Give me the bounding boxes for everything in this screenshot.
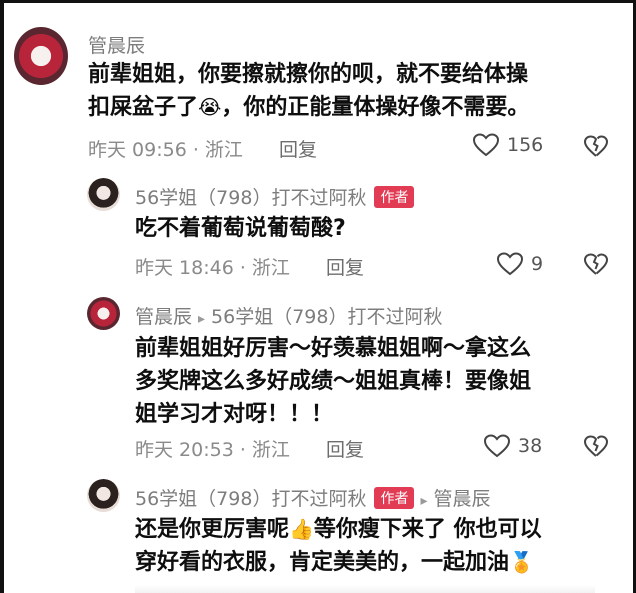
broken-heart-icon[interactable] <box>584 435 608 459</box>
reply-to-author[interactable]: 管晨辰 <box>433 488 490 510</box>
comment-text-line: 前辈姐姐，你要擦就擦你的呗，就不要给体操 <box>88 62 529 87</box>
avatar[interactable] <box>87 297 120 330</box>
comment-meta: 昨天 18:46 · 浙江 回复 <box>135 253 364 280</box>
like-button[interactable]: 9 <box>497 252 543 276</box>
left-border <box>0 0 4 593</box>
avatar[interactable] <box>87 178 120 211</box>
comment-author[interactable]: 管晨辰 <box>135 306 192 328</box>
top-border <box>0 0 636 3</box>
comment-meta: 昨天 20:53 · 浙江 回复 <box>135 435 364 462</box>
comment-author[interactable]: 管晨辰 <box>88 31 145 58</box>
comment-text-line: 扣屎盆子了 <box>88 95 199 120</box>
author-badge: 作者 <box>374 186 415 208</box>
reply-arrow-icon: ▸ <box>420 493 428 509</box>
comment-author-row: 56学姐（798）打不过阿秋 作者 ▸ 管晨辰 <box>135 484 491 511</box>
comment-meta: 昨天 09:56 · 浙江 回复 <box>88 135 317 162</box>
comment-author-row: 管晨辰 ▸ 56学姐（798）打不过阿秋 <box>135 302 443 329</box>
reply-to-author[interactable]: 56学姐（798）打不过阿秋 <box>211 306 442 328</box>
broken-heart-icon[interactable] <box>584 253 608 277</box>
reply-button[interactable]: 回复 <box>326 439 364 461</box>
comment-time: 昨天 09:56 · 浙江 <box>88 139 243 161</box>
comment-text-line: ，你的正能量体操好像不需要。 <box>221 95 530 120</box>
comment-text-line: 姐学习才对呀！！！ <box>135 402 334 427</box>
reply-button[interactable]: 回复 <box>279 139 317 161</box>
thumbs-up-emoji-icon: 👍 <box>289 517 314 541</box>
comment-time: 昨天 20:53 · 浙江 <box>135 439 290 461</box>
comment-text: 还是你更厉害呢👍等你瘦下来了 你也可以 穿好看的衣服，肯定美美的，一起加油🏅 <box>135 513 615 579</box>
comment-text-line: 前辈姐姐好厉害～好羡慕姐姐啊～拿这么 <box>135 336 532 361</box>
comment-text-line: 多奖牌这么多好成绩～姐姐真棒！要像姐 <box>135 369 532 394</box>
like-count: 156 <box>507 134 544 156</box>
comment-text: 前辈姐姐好厉害～好羡慕姐姐啊～拿这么 多奖牌这么多好成绩～姐姐真棒！要像姐 姐学… <box>135 332 605 431</box>
like-button[interactable]: 156 <box>473 133 543 157</box>
reply-arrow-icon: ▸ <box>198 311 206 327</box>
comment-time: 昨天 18:46 · 浙江 <box>135 257 290 279</box>
comment-author[interactable]: 56学姐（798）打不过阿秋 <box>135 187 366 209</box>
like-count: 38 <box>518 435 543 457</box>
cropped-text-edge <box>135 585 595 593</box>
medal-emoji-icon: 🏅 <box>509 550 534 574</box>
heart-icon <box>497 252 523 276</box>
broken-heart-icon[interactable] <box>584 135 608 159</box>
like-button[interactable]: 38 <box>484 434 542 458</box>
comment-text-line: 还是你更厉害呢 <box>135 517 290 542</box>
author-badge: 作者 <box>374 487 415 509</box>
comment-text-line: 等你瘦下来了 你也可以 <box>313 517 542 542</box>
like-count: 9 <box>531 253 544 275</box>
reply-button[interactable]: 回复 <box>326 257 364 279</box>
heart-icon <box>473 133 499 157</box>
heart-icon <box>484 434 510 458</box>
comment-text: 吃不着葡萄说葡萄酸? <box>135 216 346 241</box>
comment-text-line: 穿好看的衣服，肯定美美的，一起加油 <box>135 550 510 575</box>
avatar[interactable] <box>14 27 68 85</box>
comment-text: 前辈姐姐，你要擦就擦你的呗，就不要给体操 扣屎盆子了😭，你的正能量体操好像不需要… <box>88 58 608 124</box>
crying-emoji-icon: 😭 <box>198 95 222 119</box>
comment-author-row: 56学姐（798）打不过阿秋 作者 <box>135 183 415 210</box>
comment-author[interactable]: 56学姐（798）打不过阿秋 <box>135 488 366 510</box>
avatar[interactable] <box>87 479 120 512</box>
